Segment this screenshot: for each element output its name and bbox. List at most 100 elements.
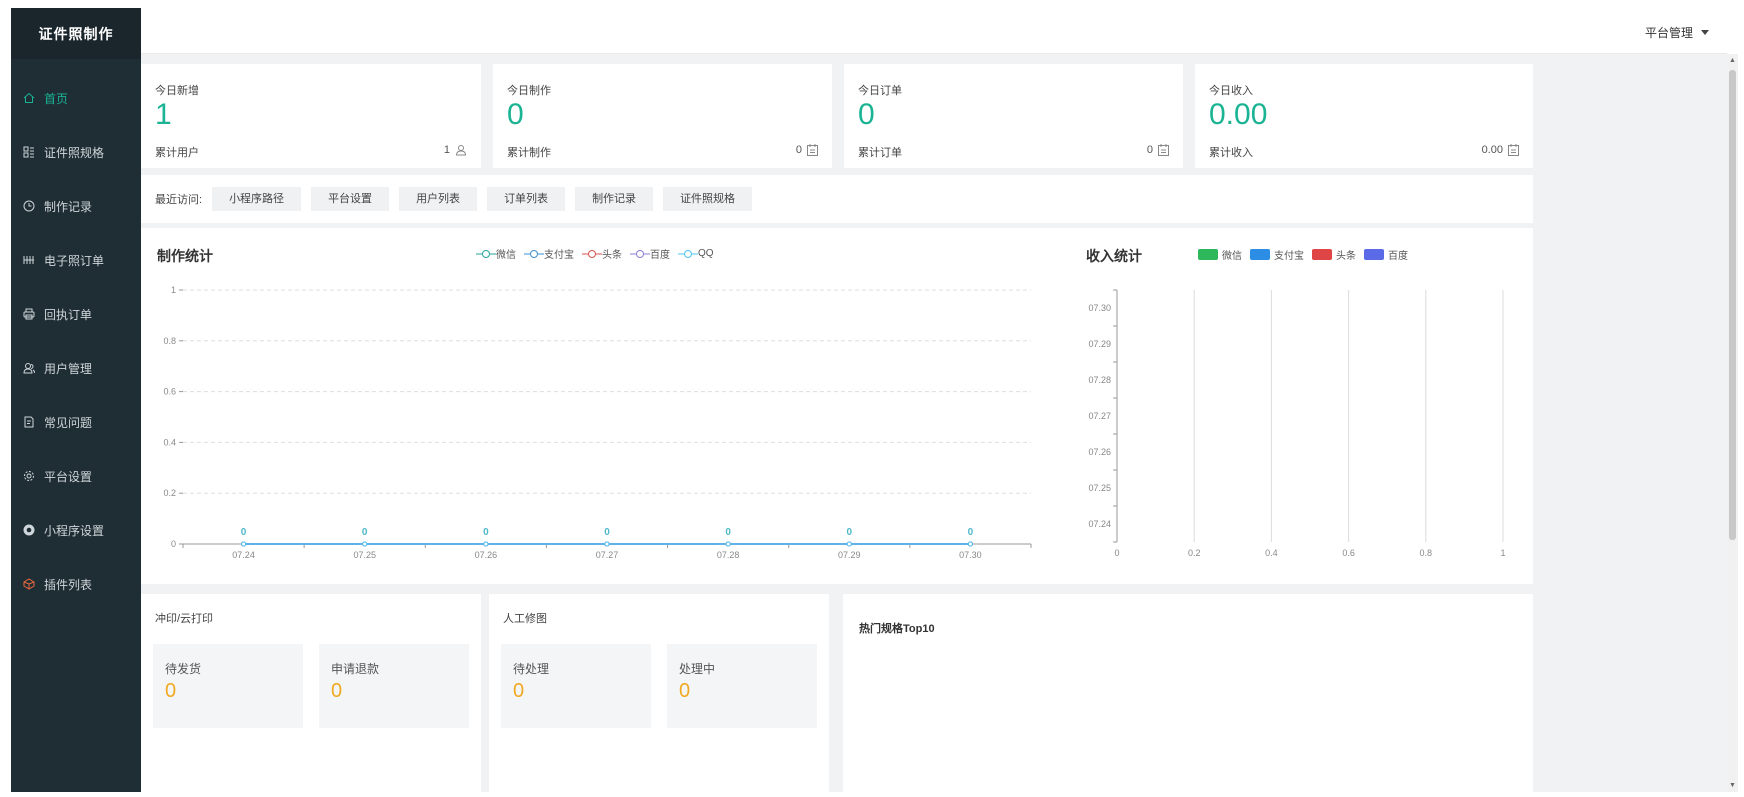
stat-total-value: 1: [443, 144, 450, 156]
sidebar-item-miniapp-settings[interactable]: 小程序设置: [11, 503, 141, 557]
tile-value: 0: [679, 680, 691, 702]
data-label: 0: [362, 527, 368, 538]
stat-card-production: 今日制作 0 累计制作 0: [493, 64, 832, 168]
x-tick-label: 0.6: [1342, 548, 1355, 558]
hot-specs-card: 热门规格Top10: [843, 594, 1533, 792]
data-label: 0: [241, 527, 247, 538]
tile-value: 0: [165, 680, 177, 702]
recent-visits-bar: 最近访问: 小程序路径 平台设置 用户列表 订单列表 制作记录 证件照规格: [141, 175, 1533, 223]
recent-tag-user-list[interactable]: 用户列表: [399, 187, 478, 211]
print-section-card: 冲印/云打印 待发货 0 申请退款 0: [141, 594, 481, 792]
y-tick-label: 0.6: [163, 387, 176, 397]
stat-title: 今日收入: [1209, 85, 1253, 97]
stat-title: 今日制作: [507, 85, 551, 97]
sidebar-item-label: 制作记录: [44, 199, 93, 214]
miniapp-icon: [22, 523, 36, 537]
sidebar-item-label: 电子照订单: [44, 253, 105, 268]
printer-icon: [22, 307, 36, 321]
x-tick-label: 0.4: [1265, 548, 1278, 558]
y-tick-label: 07.27: [1088, 411, 1111, 421]
recent-tag-platform-settings[interactable]: 平台设置: [311, 187, 390, 211]
y-tick-label: 1: [171, 285, 176, 295]
sidebar-item-users[interactable]: 用户管理: [11, 341, 141, 395]
sidebar-item-label: 小程序设置: [44, 523, 105, 538]
top-bar: 平台管理: [141, 8, 1727, 54]
recent-tag-photo-spec[interactable]: 证件照规格: [663, 187, 753, 211]
app-logo: 证件照制作: [11, 8, 141, 59]
y-tick-label: 07.29: [1088, 339, 1111, 349]
stat-total-value: 0: [795, 144, 802, 156]
x-tick-label: 0: [1114, 548, 1119, 558]
stat-total-label: 累计订单: [858, 147, 902, 159]
stat-total: 0: [1147, 144, 1169, 156]
stat-total: 1: [444, 144, 467, 156]
data-point: [725, 541, 731, 547]
sidebar-item-platform-settings[interactable]: 平台设置: [11, 449, 141, 503]
clock-icon: [22, 199, 36, 213]
print-section-title: 冲印/云打印: [155, 613, 214, 625]
plugin-icon: [22, 577, 36, 591]
stat-title: 今日新增: [155, 85, 199, 97]
sidebar-item-label: 回执订单: [44, 307, 93, 322]
sidebar-item-e-orders[interactable]: 电子照订单: [11, 233, 141, 287]
calendar-icon: [807, 144, 818, 156]
recent-label: 最近访问:: [155, 194, 203, 206]
sidebar: 证件照制作 首页 证件照规格 制作记录 电子照订单 回执订单 用户管理 常见问题…: [11, 8, 141, 792]
sidebar-item-spec[interactable]: 证件照规格: [11, 125, 141, 179]
caret-down-icon: [1701, 30, 1709, 35]
scroll-up-icon[interactable]: ▲: [1729, 57, 1736, 64]
data-label: 0: [968, 527, 974, 538]
admin-label: 平台管理: [1644, 26, 1693, 40]
y-tick-label: 07.30: [1088, 303, 1111, 313]
processing-tile[interactable]: 处理中 0: [667, 644, 817, 728]
recent-tag-order-list[interactable]: 订单列表: [487, 187, 566, 211]
data-label: 0: [725, 527, 731, 538]
tile-label: 申请退款: [331, 662, 380, 676]
recent-tag-miniapp-path[interactable]: 小程序路径: [212, 187, 302, 211]
hot-specs-title: 热门规格Top10: [859, 623, 935, 635]
scrollbar-thumb[interactable]: [1729, 70, 1736, 540]
app-root: 证件照制作 首页 证件照规格 制作记录 电子照订单 回执订单 用户管理 常见问题…: [0, 0, 1744, 797]
data-point: [967, 541, 973, 547]
sidebar-menu: 首页 证件照规格 制作记录 电子照订单 回执订单 用户管理 常见问题 平台设置 …: [11, 59, 141, 611]
sidebar-item-label: 证件照规格: [44, 145, 105, 160]
x-tick-label: 1: [1500, 548, 1505, 558]
sidebar-item-plugins[interactable]: 插件列表: [11, 557, 141, 611]
stat-value: 0: [507, 98, 524, 131]
data-point: [241, 541, 247, 547]
sidebar-item-faq[interactable]: 常见问题: [11, 395, 141, 449]
stat-total-label: 累计收入: [1209, 147, 1253, 159]
y-tick-label: 07.24: [1088, 519, 1111, 529]
stat-card-orders: 今日订单 0 累计订单 0: [844, 64, 1183, 168]
tile-value: 0: [331, 680, 343, 702]
vertical-scrollbar[interactable]: ▲ ▼: [1727, 54, 1738, 792]
data-label: 0: [847, 527, 853, 538]
grid-icon: [22, 253, 36, 267]
data-label: 0: [604, 527, 610, 538]
stat-total: 0: [796, 144, 818, 156]
sidebar-item-home[interactable]: 首页: [11, 71, 141, 125]
x-tick-label: 07.28: [717, 550, 740, 560]
sidebar-item-records[interactable]: 制作记录: [11, 179, 141, 233]
sidebar-item-label: 常见问题: [44, 415, 93, 430]
tile-value: 0: [513, 680, 525, 702]
stat-total-label: 累计用户: [155, 147, 199, 159]
admin-dropdown[interactable]: 平台管理: [1645, 24, 1709, 41]
refund-request-tile[interactable]: 申请退款 0: [319, 644, 469, 728]
sidebar-item-label: 用户管理: [44, 361, 93, 376]
stat-value: 1: [155, 98, 172, 131]
gear-icon: [22, 469, 36, 483]
x-tick-label: 0.2: [1188, 548, 1201, 558]
user-icon: [455, 145, 467, 156]
tile-label: 待发货: [165, 662, 202, 676]
pending-retouch-tile[interactable]: 待处理 0: [501, 644, 651, 728]
stat-total: 0.00: [1482, 144, 1519, 156]
retouch-section-card: 人工修图 待处理 0 处理中 0: [489, 594, 829, 792]
recent-tag-production-records[interactable]: 制作记录: [575, 187, 654, 211]
pending-shipment-tile[interactable]: 待发货 0: [153, 644, 303, 728]
sidebar-item-label: 首页: [44, 91, 69, 106]
scroll-down-icon[interactable]: ▼: [1729, 782, 1736, 789]
data-label: 0: [483, 527, 489, 538]
sidebar-item-receipt-orders[interactable]: 回执订单: [11, 287, 141, 341]
stat-title: 今日订单: [858, 85, 902, 97]
